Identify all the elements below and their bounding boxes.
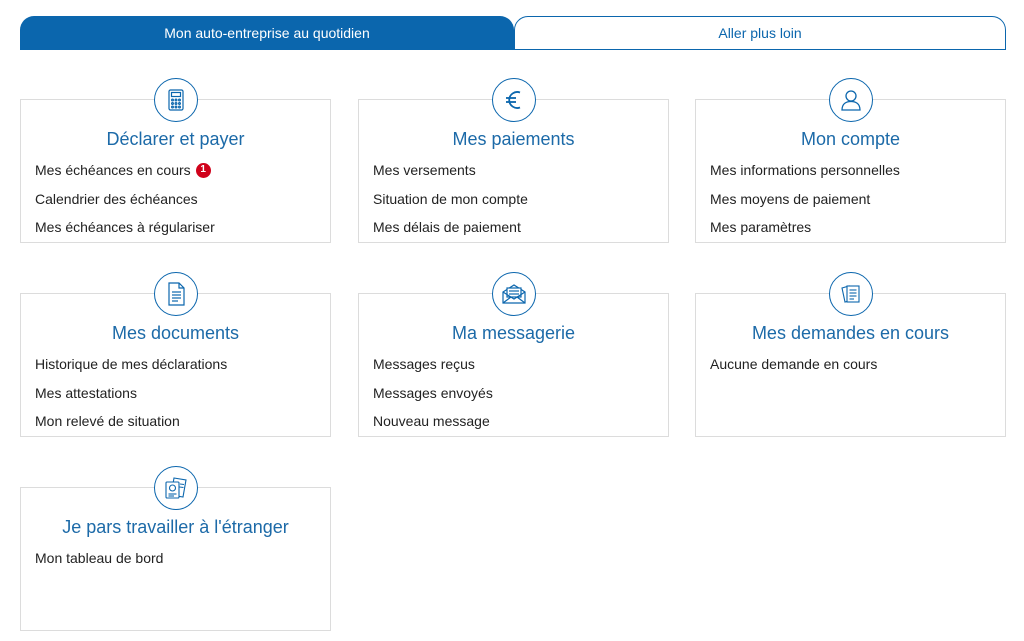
card-links: Mes échéances en cours 1 Calendrier des …: [21, 150, 330, 242]
notification-badge: 1: [195, 162, 211, 178]
euro-icon: [492, 78, 536, 122]
link-label: Mes attestations: [35, 384, 137, 401]
card-mes-paiements: Mes paiements Mes versements Situation d…: [358, 78, 669, 243]
link-label: Aucune demande en cours: [710, 356, 878, 372]
link-attestations[interactable]: Mes attestations: [35, 379, 316, 408]
link-label: Mes paramètres: [710, 219, 812, 235]
envelope-icon: [492, 272, 536, 316]
link-parametres[interactable]: Mes paramètres: [710, 213, 991, 242]
calculator-icon: [154, 78, 198, 122]
link-messages-recus[interactable]: Messages reçus: [373, 350, 654, 379]
card-links: Mon tableau de bord: [21, 538, 330, 573]
card-links: Mes versements Situation de mon compte M…: [359, 150, 668, 242]
card-title: Déclarer et payer: [106, 129, 245, 149]
card-title: Mes documents: [111, 323, 240, 343]
no-request-text: Aucune demande en cours: [710, 350, 991, 379]
tab-aller-plus-loin[interactable]: Aller plus loin: [514, 16, 1006, 50]
card-mes-documents: Mes documents Historique de mes déclarat…: [20, 272, 331, 437]
tab-bar: Mon auto-entreprise au quotidien Aller p…: [20, 16, 1006, 50]
link-tableau-de-bord[interactable]: Mon tableau de bord: [35, 544, 316, 573]
card-links: Aucune demande en cours: [696, 344, 1005, 379]
link-echeances-regulariser[interactable]: Mes échéances à régulariser: [35, 213, 316, 242]
requests-icon: [829, 272, 873, 316]
link-label: Mon tableau de bord: [35, 550, 164, 566]
link-mes-versements[interactable]: Mes versements: [373, 156, 654, 185]
link-label: Situation de mon compte: [373, 190, 528, 207]
user-icon: [829, 78, 873, 122]
link-label: Calendrier des échéances: [35, 190, 198, 207]
card-title: Mes paiements: [452, 129, 575, 149]
link-situation-compte[interactable]: Situation de mon compte: [373, 185, 654, 214]
document-icon: [154, 272, 198, 316]
link-label: Mes échéances en cours: [35, 162, 191, 178]
link-moyens-paiement[interactable]: Mes moyens de paiement: [710, 185, 991, 214]
link-label: Mes informations personnelles: [710, 162, 900, 178]
card-title: Ma messagerie: [451, 323, 576, 343]
link-nouveau-message[interactable]: Nouveau message: [373, 407, 654, 436]
link-label: Historique de mes déclarations: [35, 356, 228, 372]
link-label: Messages reçus: [373, 356, 475, 372]
card-ma-messagerie: Ma messagerie Messages reçus Messages en…: [358, 272, 669, 437]
link-calendrier-echeances[interactable]: Calendrier des échéances: [35, 185, 316, 214]
link-releve-situation[interactable]: Mon relevé de situation: [35, 407, 316, 436]
link-label: Mes délais de paiement: [373, 219, 521, 235]
card-mes-demandes: Mes demandes en cours Aucune demande en …: [695, 272, 1006, 437]
link-label: Messages envoyés: [373, 384, 493, 401]
card-title: Mes demandes en cours: [751, 323, 950, 343]
card-links: Messages reçus Messages envoyés Nouveau …: [359, 344, 668, 436]
link-label: Nouveau message: [373, 413, 490, 429]
link-messages-envoyes[interactable]: Messages envoyés: [373, 379, 654, 408]
link-echeances-en-cours[interactable]: Mes échéances en cours 1: [35, 156, 316, 185]
card-title: Je pars travailler à l'étranger: [62, 517, 289, 537]
card-links: Mes informations personnelles Mes moyens…: [696, 150, 1005, 242]
passport-icon: [154, 466, 198, 510]
link-label: Mes moyens de paiement: [710, 190, 871, 207]
tab-quotidien[interactable]: Mon auto-entreprise au quotidien: [20, 16, 514, 50]
link-label: Mes versements: [373, 162, 476, 178]
link-label: Mon relevé de situation: [35, 413, 180, 429]
card-links: Historique de mes déclarations Mes attes…: [21, 344, 330, 436]
card-mon-compte: Mon compte Mes informations personnelles…: [695, 78, 1006, 243]
link-label: Mes échéances à régulariser: [35, 219, 215, 235]
link-historique-declarations[interactable]: Historique de mes déclarations: [35, 350, 316, 379]
card-title: Mon compte: [800, 129, 901, 149]
link-delais-paiement[interactable]: Mes délais de paiement: [373, 213, 654, 242]
link-informations-personnelles[interactable]: Mes informations personnelles: [710, 156, 991, 185]
card-travailler-etranger: Je pars travailler à l'étranger Mon tabl…: [20, 466, 331, 631]
card-declarer-payer: Déclarer et payer Mes échéances en cours…: [20, 78, 331, 243]
